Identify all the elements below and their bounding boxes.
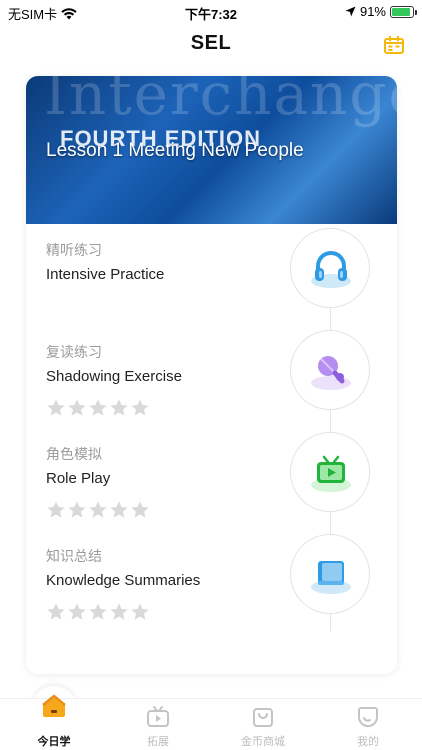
star-rating [46, 602, 150, 622]
star-icon [131, 501, 149, 518]
app-header: SEL [0, 24, 422, 64]
activity-en-label: Intensive Practice [46, 266, 165, 283]
tab-label: 拓展 [147, 736, 169, 748]
star-icon [47, 501, 65, 518]
star-icon [110, 501, 128, 518]
book-icon [311, 561, 351, 594]
star-icon [68, 501, 86, 518]
activity-en-label: Shadowing Exercise [46, 368, 182, 385]
microphone-icon [311, 356, 351, 390]
lesson-banner[interactable]: Interchange FOURTH EDITION Lesson 1 Meet… [26, 76, 397, 224]
battery-icon [390, 5, 417, 18]
activity-intensive-practice[interactable]: 精听练习 Intensive Practice [26, 228, 397, 340]
lesson-card: Interchange FOURTH EDITION Lesson 1 Meet… [26, 76, 397, 674]
battery-percent: 91% [359, 4, 386, 19]
status-bar: 无SIM卡 下午7:32 91% [0, 0, 422, 24]
star-icon [110, 399, 128, 416]
activity-cn-label: 角色模拟 [46, 446, 102, 462]
activity-knowledge-summaries[interactable]: 知识总结 Knowledge Summaries [26, 534, 397, 646]
tab-coin-mall[interactable]: 金币商城 [228, 699, 298, 750]
book-cover-title: Interchange [44, 76, 397, 128]
location-arrow-icon [345, 6, 356, 17]
tab-label: 今日学 [37, 736, 71, 748]
page-title: SEL [190, 32, 232, 54]
shopping-bag-icon [253, 708, 273, 727]
lesson-title: Lesson 1 Meeting New People [46, 140, 304, 161]
headphones-icon [311, 251, 351, 288]
star-icon [89, 399, 107, 416]
activity-icon-circle[interactable] [290, 432, 370, 512]
activity-cn-label: 精听练习 [46, 242, 102, 258]
home-icon [42, 694, 66, 717]
activity-icon-circle[interactable] [290, 228, 370, 308]
star-icon [68, 603, 86, 620]
tab-label: 金币商城 [241, 736, 285, 748]
battery-cap [415, 9, 417, 15]
activity-en-label: Role Play [46, 470, 111, 487]
activity-cn-label: 复读练习 [46, 344, 102, 360]
star-icon [47, 399, 65, 416]
status-right: 91% [345, 4, 417, 19]
star-rating [46, 500, 150, 520]
tab-explore[interactable]: 拓展 [123, 699, 193, 750]
star-icon [131, 603, 149, 620]
video-icon [147, 706, 169, 727]
star-rating [46, 398, 150, 418]
tab-profile[interactable]: 我的 [333, 699, 403, 750]
calendar-icon[interactable] [384, 36, 404, 54]
activity-en-label: Knowledge Summaries [46, 572, 201, 589]
tab-today[interactable]: 今日学 [19, 694, 89, 750]
tab-label: 我的 [357, 736, 379, 748]
tab-bar: 今日学 拓展 金币商城 我的 [0, 694, 422, 750]
star-icon [89, 501, 107, 518]
activity-role-play[interactable]: 角色模拟 Role Play [26, 432, 397, 544]
battery-level [392, 7, 411, 16]
activity-icon-circle[interactable] [290, 330, 370, 410]
tv-play-icon [311, 455, 351, 492]
activity-shadowing-exercise[interactable]: 复读练习 Shadowing Exercise [26, 330, 397, 442]
activity-cn-label: 知识总结 [46, 548, 102, 564]
star-icon [110, 603, 128, 620]
profile-icon [358, 707, 378, 728]
star-icon [89, 603, 107, 620]
star-icon [131, 399, 149, 416]
star-icon [68, 399, 86, 416]
activity-icon-circle[interactable] [290, 534, 370, 614]
star-icon [47, 603, 65, 620]
